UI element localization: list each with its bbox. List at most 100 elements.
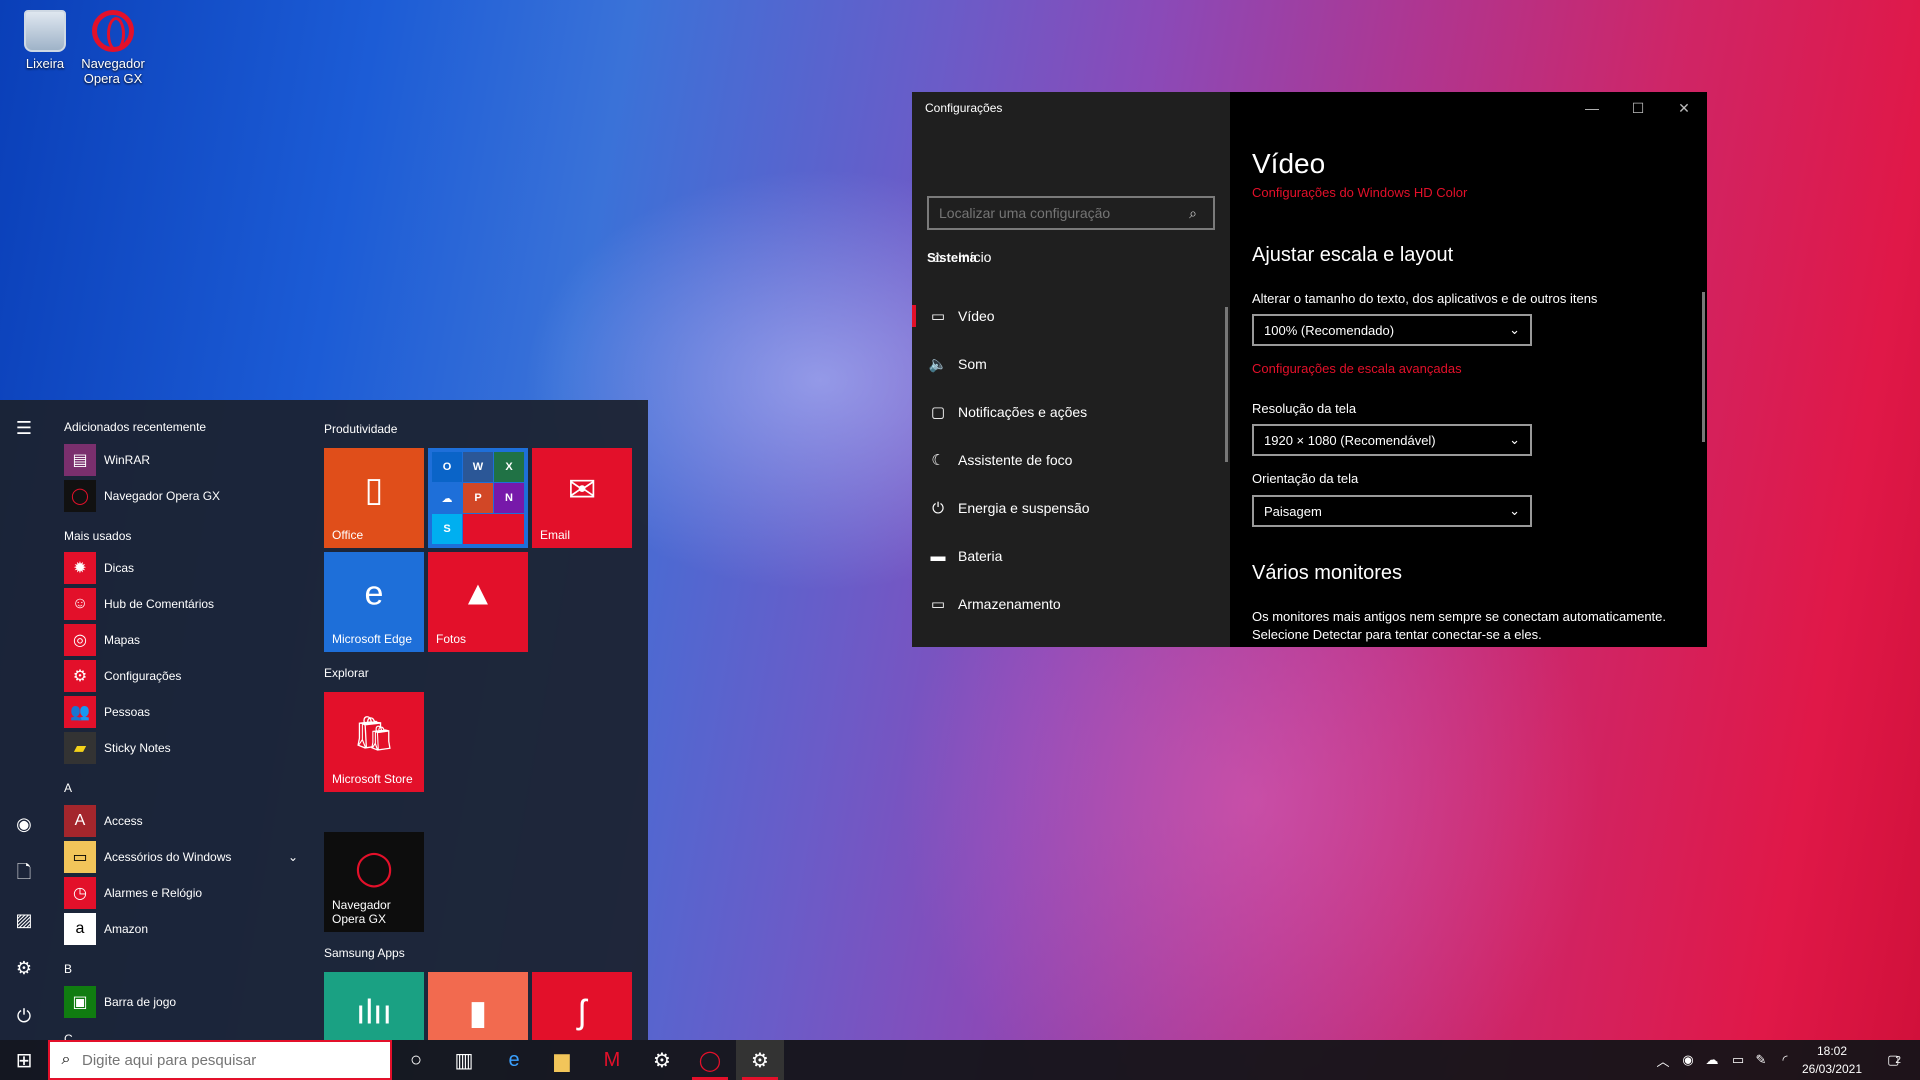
nav-scrollbar[interactable] — [1225, 307, 1228, 462]
task-view-icon[interactable]: ▥ — [440, 1040, 488, 1080]
recycle-bin-icon — [24, 10, 66, 52]
cortana-icon[interactable]: ○ — [392, 1040, 440, 1080]
nav-label: Bateria — [958, 548, 1003, 564]
tile-office-apps[interactable]: O W X ☁ P N S — [428, 448, 528, 548]
settings-search[interactable]: ⌕ — [927, 196, 1215, 230]
page-title: Vídeo — [1252, 148, 1326, 179]
power-icon[interactable]: ⏻ — [12, 1004, 36, 1028]
app-mapas[interactable]: ◎ Mapas — [64, 624, 304, 656]
hamburger-icon[interactable]: ☰ — [12, 416, 36, 440]
powerpoint-icon: P — [463, 483, 493, 513]
dropdown-value: Paisagem — [1264, 503, 1322, 519]
desktop-icon-opera-gx[interactable]: Navegador Opera GX — [68, 10, 158, 86]
app-list: Adicionados recentemente ▤ WinRAR ◯ Nave… — [56, 400, 306, 1046]
nav-som[interactable]: 🔈 Som — [912, 344, 1230, 384]
search-icon[interactable]: ⌕ — [1179, 205, 1207, 222]
app-dicas[interactable]: ✹ Dicas — [64, 552, 304, 584]
file-explorer-icon[interactable]: ▆ — [538, 1040, 586, 1080]
letter-b[interactable]: B — [64, 962, 72, 976]
app-winrar[interactable]: ▤ WinRAR — [64, 444, 304, 476]
battery-tray-icon[interactable]: ▭ — [1726, 1040, 1750, 1080]
nav-video[interactable]: ▭ Vídeo — [912, 296, 1230, 336]
app-configuracoes[interactable]: ⚙ Configurações — [64, 660, 304, 692]
group-explorar: Explorar — [324, 666, 369, 680]
mail-icon: ✉ — [567, 471, 597, 509]
record-icon[interactable]: ◉ — [1676, 1040, 1700, 1080]
opera-gx-icon: ◯ — [354, 849, 394, 887]
onedrive-tray-icon[interactable]: ☁ — [1700, 1040, 1724, 1080]
app-opera-gx[interactable]: ◯ Navegador Opera GX — [64, 480, 304, 512]
game-bar-icon: ▣ — [64, 986, 96, 1018]
mcafee-icon[interactable]: M — [588, 1040, 636, 1080]
app-label: Dicas — [104, 561, 135, 575]
group-samsung: Samsung Apps — [324, 946, 405, 960]
app-barra-jogo[interactable]: ▣ Barra de jogo — [64, 986, 304, 1018]
nav-label: Armazenamento — [958, 596, 1061, 612]
taskbar-search[interactable]: ⌕ — [48, 1040, 392, 1080]
nav-notificacoes[interactable]: ▢ Notificações e ações — [912, 392, 1230, 432]
speaker-icon: 🔈 — [928, 356, 948, 373]
settings-taskbar-icon[interactable]: ⚙ — [638, 1040, 686, 1080]
flow-icon: ʃ — [578, 993, 586, 1032]
pictures-icon[interactable]: ▨ — [12, 908, 36, 932]
advanced-scale-link[interactable]: Configurações de escala avançadas — [1252, 361, 1462, 376]
tile-edge[interactable]: e Microsoft Edge — [324, 552, 424, 652]
orientation-dropdown[interactable]: Paisagem ⌄ — [1252, 495, 1532, 527]
tile-samsung-voice[interactable]: ılıı — [324, 972, 424, 1040]
alarm-clock-icon: ◷ — [64, 877, 96, 909]
opera-gx-taskbar-icon[interactable]: ◯ — [686, 1040, 734, 1080]
tile-label: Navegador Opera GX — [332, 898, 391, 926]
tile-fotos[interactable]: ▲ Fotos — [428, 552, 528, 652]
nav-assistente-foco[interactable]: ☾ Assistente de foco — [912, 440, 1230, 480]
opera-gx-icon: ◯ — [64, 480, 96, 512]
hd-color-link[interactable]: Configurações do Windows HD Color — [1252, 185, 1467, 200]
settings-content: Vídeo Configurações do Windows HD Color … — [1230, 92, 1707, 647]
tile-office[interactable]: ▯ Office — [324, 448, 424, 548]
taskbar: ⊞ ⌕ ○ ▥ e ▆ M ⚙ ◯ ⚙ ︿ ◉ ☁ ▭ ✎ ◜ 18:02 26… — [0, 1040, 1920, 1080]
nav-bateria[interactable]: ▬ Bateria — [912, 536, 1230, 576]
chevron-up-icon[interactable]: ︿ — [1652, 1040, 1674, 1080]
app-alarmes-relogio[interactable]: ◷ Alarmes e Relógio — [64, 877, 304, 909]
section-recent: Adicionados recentemente — [64, 420, 207, 434]
app-access[interactable]: A Access — [64, 805, 304, 837]
folder-icon: ▭ — [64, 841, 96, 873]
tile-samsung-notes[interactable]: ▮ — [428, 972, 528, 1040]
app-label: Amazon — [104, 922, 149, 936]
pen-icon[interactable]: ✎ — [1750, 1040, 1772, 1080]
app-pessoas[interactable]: 👥 Pessoas — [64, 696, 304, 728]
app-sticky-notes[interactable]: ▰ Sticky Notes — [64, 732, 304, 764]
voice-recorder-icon: ılıı — [356, 993, 392, 1032]
settings-gear-icon[interactable]: ⚙ — [12, 956, 36, 980]
resolution-dropdown[interactable]: 1920 × 1080 (Recomendável) ⌄ — [1252, 424, 1532, 456]
documents-icon[interactable]: 🗋 — [12, 860, 36, 884]
nav-armazenamento[interactable]: ▭ Armazenamento — [912, 584, 1230, 624]
user-avatar-icon[interactable]: ◉ — [12, 812, 36, 836]
photos-icon: ▲ — [461, 574, 495, 613]
edge-taskbar-icon[interactable]: e — [490, 1040, 538, 1080]
onedrive-icon: ☁ — [432, 483, 462, 513]
app-label: Alarmes e Relógio — [104, 886, 203, 900]
scale-dropdown[interactable]: 100% (Recomendado) ⌄ — [1252, 314, 1532, 346]
app-acessorios-windows[interactable]: ▭ Acessórios do Windows ⌄ — [64, 841, 304, 873]
clock[interactable]: 18:02 26/03/2021 — [1800, 1042, 1864, 1078]
taskbar-search-input[interactable] — [82, 1051, 372, 1069]
settings-search-input[interactable] — [929, 205, 1179, 221]
tile-samsung-flow[interactable]: ʃ — [532, 972, 632, 1040]
app-hub-comentarios[interactable]: ☺ Hub de Comentários — [64, 588, 304, 620]
nav-label: Assistente de foco — [958, 452, 1073, 468]
settings-active-taskbar-icon[interactable]: ⚙ — [736, 1040, 784, 1080]
chevron-down-icon[interactable]: ⌄ — [288, 850, 298, 864]
windows-start-icon[interactable]: ⊞ — [0, 1040, 48, 1080]
dropdown-value: 1920 × 1080 (Recomendável) — [1264, 432, 1436, 448]
content-scrollbar[interactable] — [1702, 292, 1705, 442]
app-label: Pessoas — [104, 705, 151, 719]
app-label: Mapas — [104, 633, 141, 647]
notification-center-icon[interactable]: ▢ 2 — [1874, 1040, 1914, 1080]
wifi-icon[interactable]: ◜ — [1774, 1040, 1796, 1080]
letter-a[interactable]: A — [64, 781, 72, 795]
tile-opera-gx[interactable]: ◯ Navegador Opera GX — [324, 832, 424, 932]
app-amazon[interactable]: a Amazon — [64, 913, 304, 945]
tile-store[interactable]: 🛍 Microsoft Store — [324, 692, 424, 792]
nav-energia[interactable]: ⏻ Energia e suspensão — [912, 488, 1230, 528]
tile-email[interactable]: ✉ Email — [532, 448, 632, 548]
